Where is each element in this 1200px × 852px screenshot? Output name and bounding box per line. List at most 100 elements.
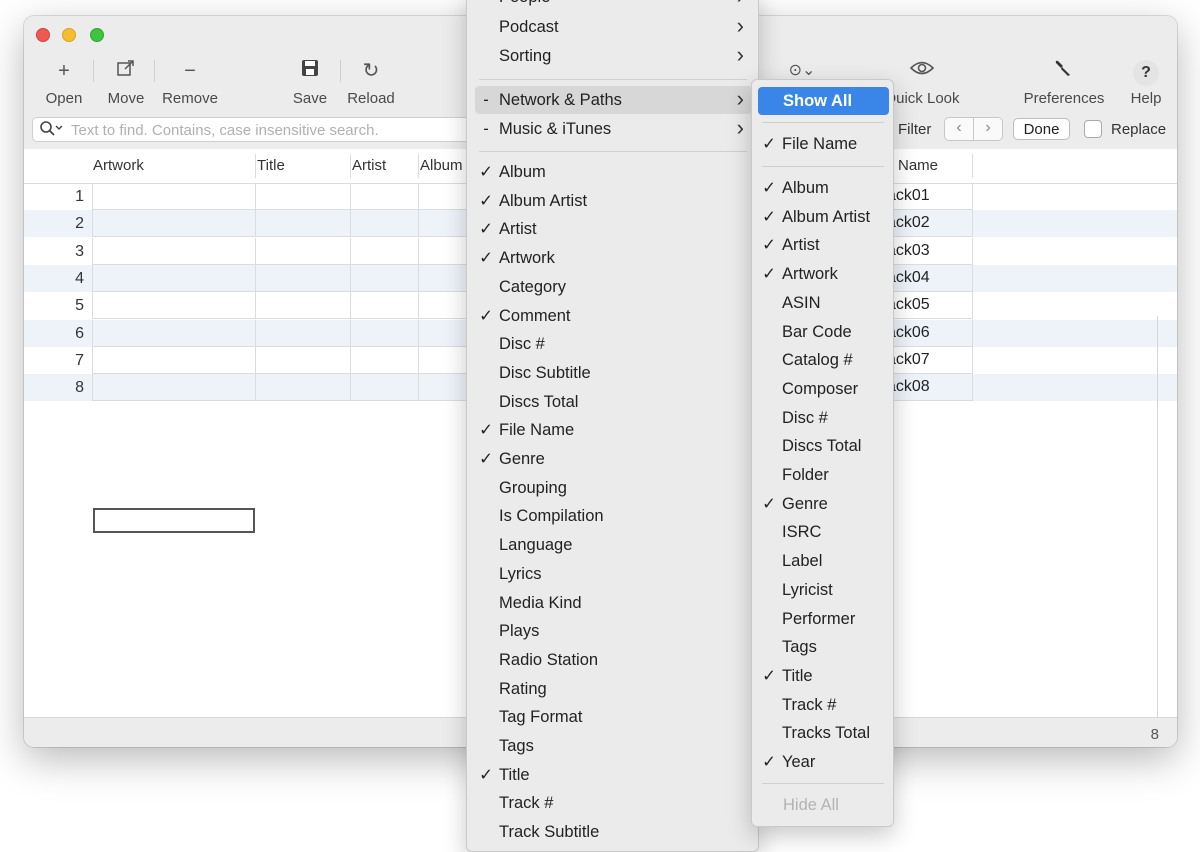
reload-button[interactable]: ↻ Reload [346,58,396,107]
menu-item-album[interactable]: ✓ Album [475,158,752,186]
checkmark-icon: ✓ [479,163,493,181]
replace-checkbox[interactable] [1084,120,1102,138]
search-placeholder: Text to find. Contains, case insensitive… [71,122,379,139]
show-all-button[interactable]: Show All [758,87,889,115]
submenu-item-tags[interactable]: Tags [758,633,889,661]
submenu-item-tracks-total[interactable]: Tracks Total [758,719,889,747]
save-button[interactable]: Save [290,58,330,107]
preferences-button[interactable]: Preferences [1020,58,1108,107]
file-count: 8 [1150,726,1159,743]
menu-item-label: Disc Subtitle [499,363,591,382]
menu-item-tag-format[interactable]: Tag Format [475,703,752,731]
column-header-artist[interactable]: Artist [352,157,386,174]
menu-item-disc-subtitle[interactable]: Disc Subtitle [475,359,752,387]
menu-item-label: Podcast [499,18,559,36]
submenu-item-catalog[interactable]: Catalog # [758,346,889,374]
minimize-window-button[interactable] [62,28,76,42]
menu-item-music-itunes[interactable]: - Music & iTunes › [475,115,752,143]
submenu-item-asin[interactable]: ASIN [758,289,889,317]
menu-item-podcast[interactable]: Podcast › [475,13,752,41]
submenu-item-lyricist[interactable]: Lyricist [758,576,889,604]
menu-item-label: People [499,0,550,11]
menu-item-media-kind[interactable]: Media Kind [475,589,752,617]
submenu-item-artwork[interactable]: ✓ Artwork [758,260,889,288]
chevron-right-icon: › [737,0,744,9]
submenu-item-discs-total[interactable]: Discs Total [758,432,889,460]
submenu-item-title[interactable]: ✓ Title [758,662,889,690]
checkmark-icon: ✓ [479,765,493,784]
submenu-item-album[interactable]: ✓ Album [758,174,889,202]
help-button[interactable]: ? Help [1126,58,1166,107]
menu-item-rating[interactable]: Rating [475,675,752,703]
submenu-item-label[interactable]: Label [758,547,889,575]
cell-divider [418,264,419,292]
column-header-album[interactable]: Album [420,157,463,174]
hide-all-button[interactable]: Hide All [758,791,889,819]
submenu-item-year[interactable]: ✓ Year [758,748,889,776]
menu-item-artist[interactable]: ✓ Artist [475,215,752,243]
menu-item-file-name[interactable]: ✓ File Name [475,416,752,444]
search-icon[interactable] [39,120,63,142]
submenu-item-label: ISRC [782,523,822,542]
menu-item-label: Disc # [499,335,545,354]
submenu-item-isrc[interactable]: ISRC [758,518,889,546]
submenu-item-label: Composer [782,379,859,398]
column-header-title[interactable]: Title [257,157,285,174]
menu-item-lyrics[interactable]: Lyrics [475,560,752,588]
quick-look-button[interactable]: Quick Look [882,58,962,107]
submenu-item-label: Track # [782,695,837,714]
menu-item-category[interactable]: Category [475,273,752,301]
menu-item-artwork[interactable]: ✓ Artwork [475,244,752,272]
menu-item-plays[interactable]: Plays [475,617,752,645]
submenu-item-composer[interactable]: Composer [758,375,889,403]
submenu-item-folder[interactable]: Folder [758,461,889,489]
cell-divider [350,183,351,210]
checkmark-icon: ✓ [479,191,493,210]
menu-item-people[interactable]: -People › [475,0,752,11]
cell-divider [350,210,351,238]
submenu-item-file-name[interactable]: ✓ File Name [758,130,889,158]
checkmark-icon: ✓ [479,306,493,325]
submenu-item-album-artist[interactable]: ✓ Album Artist [758,203,889,231]
menu-item-radio-station[interactable]: Radio Station [475,646,752,674]
menu-item-sorting[interactable]: Sorting › [475,42,752,70]
previous-match-button[interactable]: ‹ [945,118,974,140]
column-header-name[interactable]: Name [898,157,938,174]
next-match-button[interactable]: › [974,118,1002,140]
close-window-button[interactable] [36,28,50,42]
cell-divider [350,264,351,292]
submenu-item-bar-code[interactable]: Bar Code [758,318,889,346]
submenu-item-track[interactable]: Track # [758,691,889,719]
move-button[interactable]: Move [104,58,148,107]
menu-item-tags[interactable]: Tags [475,732,752,760]
submenu-item-performer[interactable]: Performer [758,605,889,633]
menu-item-language[interactable]: Language [475,531,752,559]
open-button[interactable]: + Open [42,58,86,107]
menu-item-album-artist[interactable]: ✓ Album Artist [475,187,752,215]
menu-item-network-paths[interactable]: - Network & Paths › [475,86,752,114]
column-header-artwork[interactable]: Artwork [93,157,144,174]
submenu-item-label: Genre [782,494,828,513]
menu-item-grouping[interactable]: Grouping [475,474,752,502]
cell-divider [972,319,973,347]
menu-item-disc[interactable]: Disc # [475,330,752,358]
toolbar-separator [340,60,341,82]
save-icon [290,58,330,84]
menu-item-title[interactable]: ✓ Title [475,761,752,789]
done-button[interactable]: Done [1013,118,1070,140]
remove-button[interactable]: − Remove [160,58,220,107]
menu-item-track-subtitle[interactable]: Track Subtitle [475,818,752,846]
submenu-item-genre[interactable]: ✓ Genre [758,490,889,518]
submenu-item-disc[interactable]: Disc # [758,404,889,432]
maximize-window-button[interactable] [90,28,104,42]
submenu-item-artist[interactable]: ✓ Artist [758,231,889,259]
menu-item-discs-total[interactable]: Discs Total [475,388,752,416]
menu-item-comment[interactable]: ✓ Comment [475,302,752,330]
menu-item-track[interactable]: Track # [475,789,752,817]
menu-item-genre[interactable]: ✓ Genre [475,445,752,473]
menu-item-is-compilation[interactable]: Is Compilation [475,502,752,530]
remove-label: Remove [162,90,218,107]
menu-item-label: Album [499,163,546,181]
search-field[interactable]: Text to find. Contains, case insensitive… [32,117,472,142]
selected-cell[interactable] [93,508,255,533]
